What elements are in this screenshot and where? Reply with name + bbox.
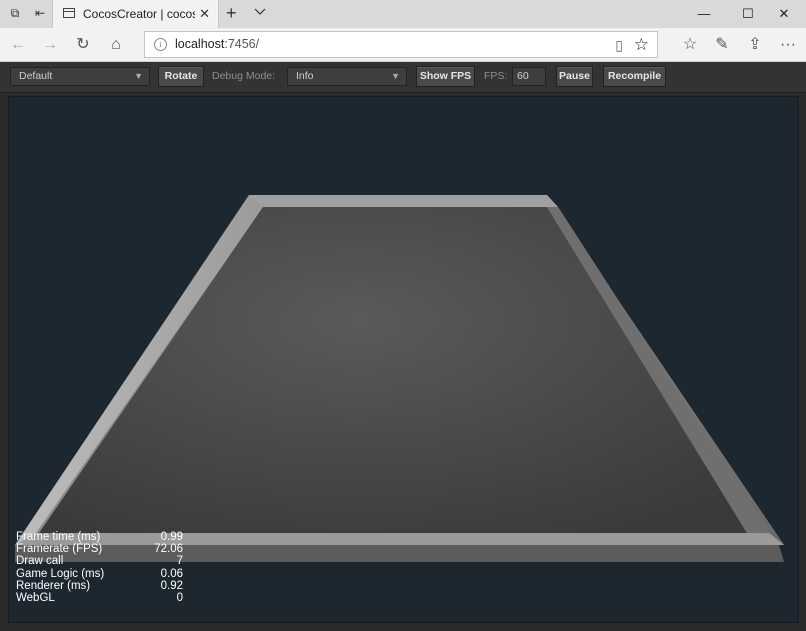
new-tab-icon[interactable]: +	[226, 4, 237, 22]
stat-row: Framerate (FPS) 72.06	[16, 543, 183, 555]
stat-value: 7	[176, 555, 183, 568]
chevron-down-icon: ▼	[134, 71, 143, 81]
set-aside-tabs-icon[interactable]: ⇤	[32, 5, 48, 21]
stat-row: WebGL 0	[16, 592, 183, 604]
pause-button[interactable]: Pause	[556, 66, 593, 87]
stat-label: Renderer (ms)	[16, 579, 91, 592]
tab-close-icon[interactable]: ✕	[199, 6, 210, 22]
stat-value: 0.99	[160, 531, 183, 543]
more-icon[interactable]: ···	[778, 35, 798, 55]
stat-label: Game Logic (ms)	[16, 567, 105, 580]
stat-value: 0.06	[160, 567, 183, 580]
favorite-star-icon[interactable]: ☆	[634, 35, 649, 55]
url-text: localhost:7456/	[175, 37, 259, 51]
chevron-down-icon: ▼	[391, 71, 400, 81]
stat-label: WebGL	[16, 591, 55, 604]
forward-icon[interactable]: →	[40, 35, 60, 55]
back-icon[interactable]: ←	[8, 35, 28, 55]
favorites-hub-icon[interactable]: ☆	[680, 35, 700, 55]
home-icon[interactable]: ⌂	[106, 35, 126, 55]
info-icon[interactable]: i	[154, 38, 167, 51]
stat-label: Frame time (ms)	[16, 531, 101, 543]
tab-title: CocosCreator | cocos-cr	[83, 7, 195, 21]
rotate-button[interactable]: Rotate	[158, 66, 204, 87]
scene-select[interactable]: Default ▼	[10, 67, 150, 86]
tab-groups-icon[interactable]: ⧉	[7, 5, 23, 21]
url-input[interactable]: i localhost:7456/ ▯ ☆	[144, 31, 658, 58]
preview-toolbar: Default ▼ Rotate Debug Mode: Info ▼ Show…	[0, 62, 806, 93]
minimize-button[interactable]: —	[682, 0, 726, 28]
close-window-button[interactable]: ✕	[762, 0, 806, 28]
web-notes-icon[interactable]: ✎	[712, 35, 732, 55]
stat-label: Framerate (FPS)	[16, 543, 103, 556]
stat-row: Frame time (ms) 0.99	[16, 531, 183, 543]
recompile-button[interactable]: Recompile	[603, 66, 666, 87]
stat-row: Game Logic (ms) 0.06	[16, 568, 183, 580]
board-back-wall	[249, 195, 558, 207]
debug-mode-select[interactable]: Info ▼	[287, 67, 407, 86]
stat-row: Renderer (ms) 0.92	[16, 580, 183, 592]
debug-mode-label: Debug Mode:	[212, 70, 276, 82]
chevron-down-icon[interactable]	[253, 5, 267, 19]
share-icon[interactable]: ⇪	[745, 35, 765, 55]
address-bar: ← → ↻ ⌂ i localhost:7456/ ▯ ☆ ☆ ✎ ⇪ ···	[0, 28, 806, 62]
show-fps-button[interactable]: Show FPS	[416, 66, 475, 87]
page-icon	[63, 8, 75, 18]
scene-select-value: Default	[19, 70, 53, 82]
stat-row: Draw call 7	[16, 555, 183, 567]
fps-input[interactable]: 60	[512, 67, 546, 86]
stat-value: 72.06	[154, 543, 183, 556]
browser-tab-bar: ⧉ ⇤ CocosCreator | cocos-cr ✕ + — ☐ ✕	[0, 0, 806, 28]
debug-mode-value: Info	[296, 70, 314, 82]
refresh-icon[interactable]: ↻	[73, 35, 93, 55]
browser-tab[interactable]: CocosCreator | cocos-cr ✕	[52, 0, 219, 28]
game-canvas[interactable]: Frame time (ms) 0.99 Framerate (FPS) 72.06…	[8, 96, 799, 623]
stats-overlay: Frame time (ms) 0.99 Framerate (FPS) 72.06…	[16, 531, 183, 604]
fps-label: FPS:	[484, 70, 508, 82]
stat-value: 0.92	[160, 579, 183, 592]
reading-view-icon[interactable]: ▯	[615, 37, 623, 54]
url-host: localhost	[175, 37, 225, 51]
stat-value: 0	[176, 591, 183, 604]
url-port-path: :7456/	[224, 37, 260, 51]
stat-label: Draw call	[16, 555, 64, 568]
